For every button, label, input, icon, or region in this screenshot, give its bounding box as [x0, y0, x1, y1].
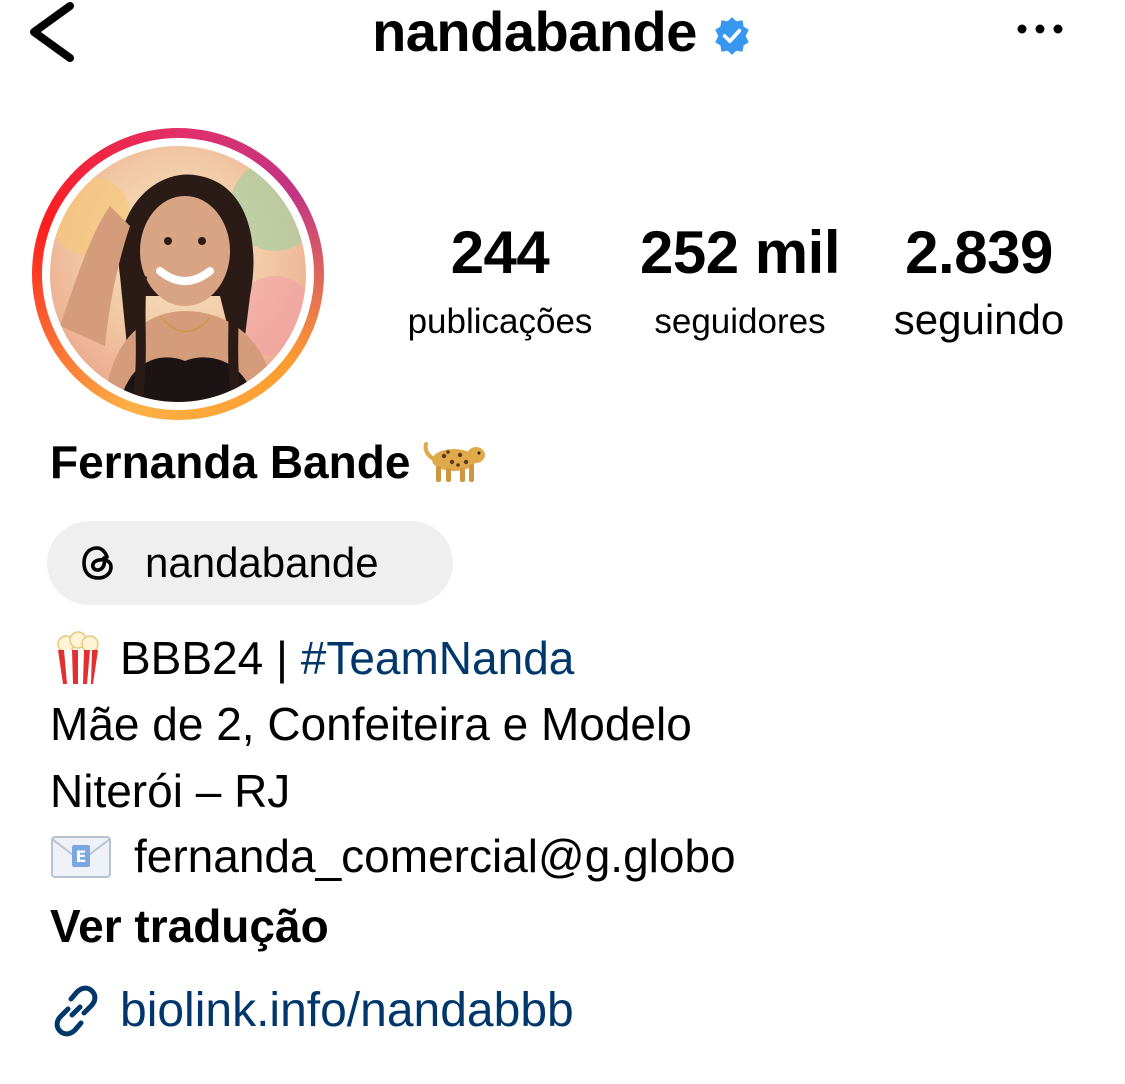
stat-followers[interactable]: 252 mil seguidores [628, 218, 852, 342]
bio-line-4: E fernanda_comercial@g.globo [50, 828, 736, 884]
bio-line-3: Niterói – RJ [50, 765, 291, 817]
leopard-icon [424, 442, 486, 482]
bio-line-2: Mãe de 2, Confeiteira e Modelo [50, 698, 692, 750]
svg-text:E: E [76, 847, 87, 866]
stat-following-count: 2.839 [905, 219, 1053, 286]
threads-badge[interactable]: nandabande [47, 521, 453, 605]
envelope-icon: E [51, 836, 111, 878]
avatar [50, 146, 306, 402]
story-ring[interactable] [32, 128, 324, 420]
hashtag-link[interactable]: #TeamNanda [301, 630, 575, 686]
more-options-button[interactable] [1010, 14, 1070, 44]
stat-following[interactable]: 2.839 seguindo [862, 218, 1096, 342]
profile-username: nandabande [372, 0, 697, 63]
see-translation-button[interactable]: Ver tradução [50, 898, 329, 954]
ellipsis-icon [1017, 24, 1063, 34]
bio-line-1: BBB24 | #TeamNanda [50, 630, 574, 686]
threads-handle: nandabande [145, 539, 379, 586]
popcorn-icon [57, 631, 99, 684]
display-name-text: Fernanda Bande [50, 436, 411, 488]
stat-posts[interactable]: 244 publicações [388, 218, 612, 342]
stat-posts-count: 244 [450, 219, 550, 286]
external-link[interactable]: biolink.info/nandabbb [50, 982, 574, 1040]
link-text[interactable]: biolink.info/nandabbb [120, 982, 574, 1040]
display-name: Fernanda Bande [50, 434, 490, 490]
link-icon [54, 985, 98, 1037]
header-bar: nandabande [0, 0, 1125, 64]
stat-followers-label: seguidores [654, 302, 826, 341]
stat-following-label: seguindo [893, 296, 1065, 343]
stat-posts-label: publicações [407, 302, 593, 341]
stat-followers-count: 252 mil [640, 219, 840, 286]
email-text[interactable]: fernanda_comercial@g.globo [134, 828, 736, 884]
threads-icon [82, 546, 113, 580]
verified-badge-icon [715, 17, 749, 55]
bio-text: BBB24 | [120, 632, 301, 684]
